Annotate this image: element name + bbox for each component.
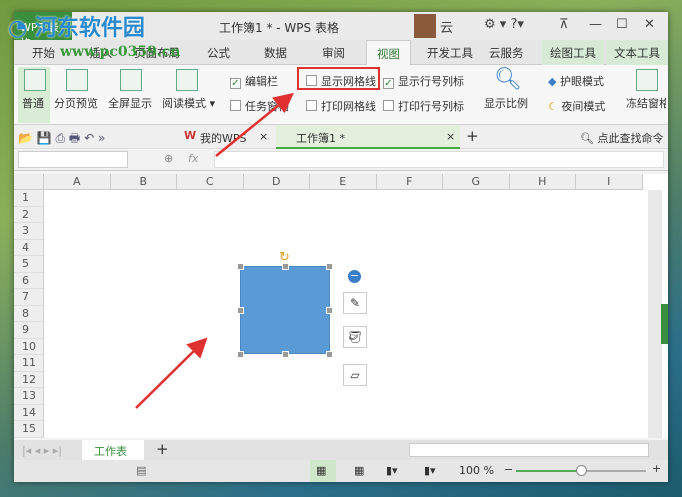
arrow-to-sheet <box>135 337 208 409</box>
arrow-to-gridlines <box>215 92 294 157</box>
annotation-arrows <box>135 92 294 409</box>
